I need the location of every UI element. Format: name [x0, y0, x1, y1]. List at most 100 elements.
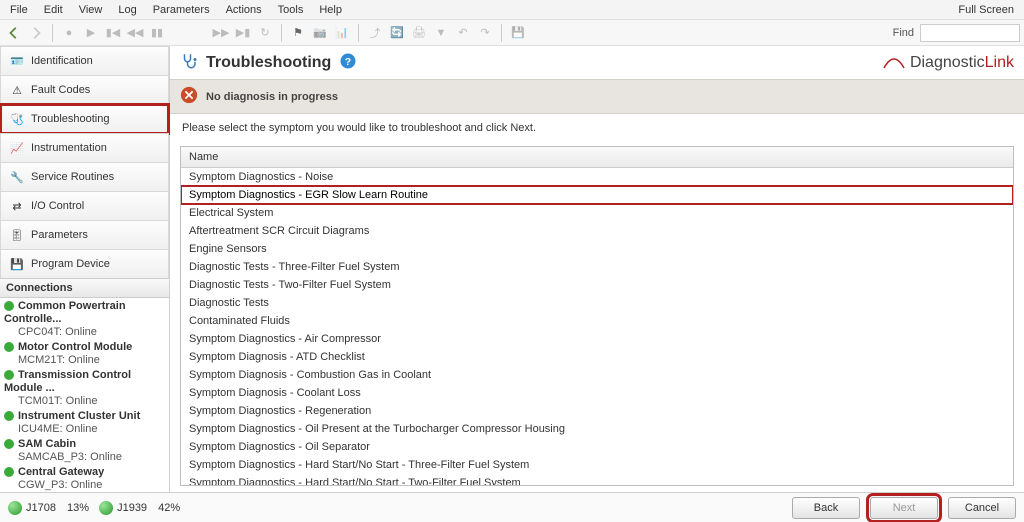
- online-dot-icon: [4, 411, 14, 421]
- nav-list: 🪪 Identification ⚠ Fault Codes 🩺 Trouble…: [0, 46, 169, 278]
- status-banner: No diagnosis in progress: [170, 79, 1024, 114]
- loop-icon: ↻: [255, 23, 275, 43]
- error-icon: [180, 86, 198, 107]
- list-row[interactable]: Symptom Diagnostics - Noise: [181, 168, 1013, 186]
- list-row[interactable]: Engine Sensors: [181, 240, 1013, 258]
- list-row[interactable]: Contaminated Fluids: [181, 312, 1013, 330]
- list-row[interactable]: Symptom Diagnostics - Oil Present at the…: [181, 420, 1013, 438]
- toolbar: ● ▶ ▮◀ ◀◀ ▮▮ ▶▶ ▶▮ ↻ ⚑ 📷 📊 ⤴ 🔄 🖨 ▼ ↶ ↷ 💾…: [0, 20, 1024, 46]
- list-row[interactable]: Symptom Diagnostics - Hard Start/No Star…: [181, 456, 1013, 474]
- sidebar-item-identification[interactable]: 🪪 Identification: [0, 46, 169, 76]
- connections-panel: Connections Common Powertrain Controlle.…: [0, 278, 169, 492]
- banner-text: No diagnosis in progress: [206, 91, 338, 103]
- sidebar-item-label: I/O Control: [31, 200, 84, 212]
- help-icon[interactable]: ?: [339, 52, 357, 73]
- list-row[interactable]: Symptom Diagnostics - Hard Start/No Star…: [181, 474, 1013, 485]
- sidebar-item-label: Program Device: [31, 258, 110, 270]
- list-row[interactable]: Diagnostic Tests - Two-Filter Fuel Syste…: [181, 276, 1013, 294]
- menu-view[interactable]: View: [71, 2, 111, 18]
- list-row[interactable]: Aftertreatment SCR Circuit Diagrams: [181, 222, 1013, 240]
- sidebar-item-troubleshooting[interactable]: 🩺 Troubleshooting: [0, 104, 169, 134]
- svg-text:?: ?: [345, 56, 351, 68]
- status-j1939: J1939 42%: [99, 501, 180, 515]
- status-bar: J1708 13% J1939 42% Back Next Cancel: [0, 492, 1024, 522]
- play-icon: ▶: [81, 23, 101, 43]
- connection-item[interactable]: Instrument Cluster UnitICU4ME: Online: [4, 410, 165, 436]
- chart-icon: 📊: [332, 23, 352, 43]
- record-icon: ●: [59, 23, 79, 43]
- find-input[interactable]: [920, 24, 1020, 42]
- connection-item[interactable]: Common Powertrain Controlle...CPC04T: On…: [4, 300, 165, 339]
- camera-icon: 📷: [310, 23, 330, 43]
- sidebar-item-fault-codes[interactable]: ⚠ Fault Codes: [0, 75, 169, 105]
- connection-item[interactable]: SAM CabinSAMCAB_P3: Online: [4, 438, 165, 464]
- list-row[interactable]: Diagnostic Tests - Three-Filter Fuel Sys…: [181, 258, 1013, 276]
- page-title: Troubleshooting: [206, 54, 331, 72]
- connection-item[interactable]: Central GatewayCGW_P3: Online: [4, 466, 165, 492]
- gauge-icon: 📈: [9, 140, 25, 156]
- status-dot-icon: [8, 501, 22, 515]
- sliders-icon: 🎚: [9, 227, 25, 243]
- stethoscope-icon: 🩺: [9, 111, 25, 127]
- print-icon: 🖨: [409, 23, 429, 43]
- menu-tools[interactable]: Tools: [270, 2, 312, 18]
- flag-icon[interactable]: ⚑: [288, 23, 308, 43]
- sidebar-item-io-control[interactable]: ⇄ I/O Control: [0, 191, 169, 221]
- next-button[interactable]: Next: [870, 497, 938, 519]
- back-button[interactable]: Back: [792, 497, 860, 519]
- main-panel: Troubleshooting ? DiagnosticLink No diag…: [170, 46, 1024, 492]
- list-row[interactable]: Symptom Diagnostics - Oil Separator: [181, 438, 1013, 456]
- connection-item[interactable]: Motor Control ModuleMCM21T: Online: [4, 341, 165, 367]
- menu-actions[interactable]: Actions: [218, 2, 270, 18]
- online-dot-icon: [4, 342, 14, 352]
- redo-icon: ↷: [475, 23, 495, 43]
- connections-list[interactable]: Common Powertrain Controlle...CPC04T: On…: [0, 298, 169, 492]
- connection-item[interactable]: Transmission Control Module ...TCM01T: O…: [4, 369, 165, 408]
- id-card-icon: 🪪: [9, 53, 25, 69]
- menu-fullscreen[interactable]: Full Screen: [950, 2, 1022, 18]
- online-dot-icon: [4, 370, 14, 380]
- sidebar-item-label: Fault Codes: [31, 84, 90, 96]
- back-icon[interactable]: [4, 23, 24, 43]
- menu-log[interactable]: Log: [110, 2, 144, 18]
- chip-icon: 💾: [9, 256, 25, 272]
- connections-title: Connections: [0, 279, 169, 298]
- fast-forward-icon: ▶▶: [211, 23, 231, 43]
- sidebar-item-label: Parameters: [31, 229, 88, 241]
- list-row[interactable]: Diagnostic Tests: [181, 294, 1013, 312]
- wrench-icon: 🔧: [9, 169, 25, 185]
- menu-file[interactable]: File: [2, 2, 36, 18]
- sidebar-item-program-device[interactable]: 💾 Program Device: [0, 249, 169, 279]
- list-row[interactable]: Symptom Diagnostics - Regeneration: [181, 402, 1013, 420]
- pause-icon: ▮▮: [147, 23, 167, 43]
- menu-help[interactable]: Help: [311, 2, 350, 18]
- sidebar-item-instrumentation[interactable]: 📈 Instrumentation: [0, 133, 169, 163]
- fault-icon: ⚠: [9, 82, 25, 98]
- save-icon: 💾: [508, 23, 528, 43]
- column-header-name[interactable]: Name: [181, 147, 1013, 168]
- sidebar-item-label: Troubleshooting: [31, 113, 109, 125]
- list-row[interactable]: Symptom Diagnosis - ATD Checklist: [181, 348, 1013, 366]
- main-header: Troubleshooting ? DiagnosticLink: [170, 46, 1024, 79]
- filter-icon: ▼: [431, 23, 451, 43]
- list-row[interactable]: Symptom Diagnostics - EGR Slow Learn Rou…: [181, 186, 1013, 204]
- list-row[interactable]: Electrical System: [181, 204, 1013, 222]
- list-row[interactable]: Symptom Diagnostics - Air Compressor: [181, 330, 1013, 348]
- online-dot-icon: [4, 467, 14, 477]
- sidebar-item-service-routines[interactable]: 🔧 Service Routines: [0, 162, 169, 192]
- skip-end-icon: ▶▮: [233, 23, 253, 43]
- symptom-list-body[interactable]: Symptom Diagnostics - NoiseSymptom Diagn…: [181, 168, 1013, 485]
- instruction-text: Please select the symptom you would like…: [170, 114, 1024, 142]
- sidebar-item-label: Service Routines: [31, 171, 114, 183]
- status-j1708: J1708 13%: [8, 501, 89, 515]
- sidebar-item-parameters[interactable]: 🎚 Parameters: [0, 220, 169, 250]
- menu-edit[interactable]: Edit: [36, 2, 71, 18]
- refresh-icon[interactable]: 🔄: [387, 23, 407, 43]
- list-row[interactable]: Symptom Diagnosis - Combustion Gas in Co…: [181, 366, 1013, 384]
- menu-parameters[interactable]: Parameters: [145, 2, 218, 18]
- menu-bar: File Edit View Log Parameters Actions To…: [0, 0, 1024, 20]
- cancel-button[interactable]: Cancel: [948, 497, 1016, 519]
- find-label: Find: [893, 27, 918, 39]
- sidebar-item-label: Instrumentation: [31, 142, 107, 154]
- list-row[interactable]: Symptom Diagnosis - Coolant Loss: [181, 384, 1013, 402]
